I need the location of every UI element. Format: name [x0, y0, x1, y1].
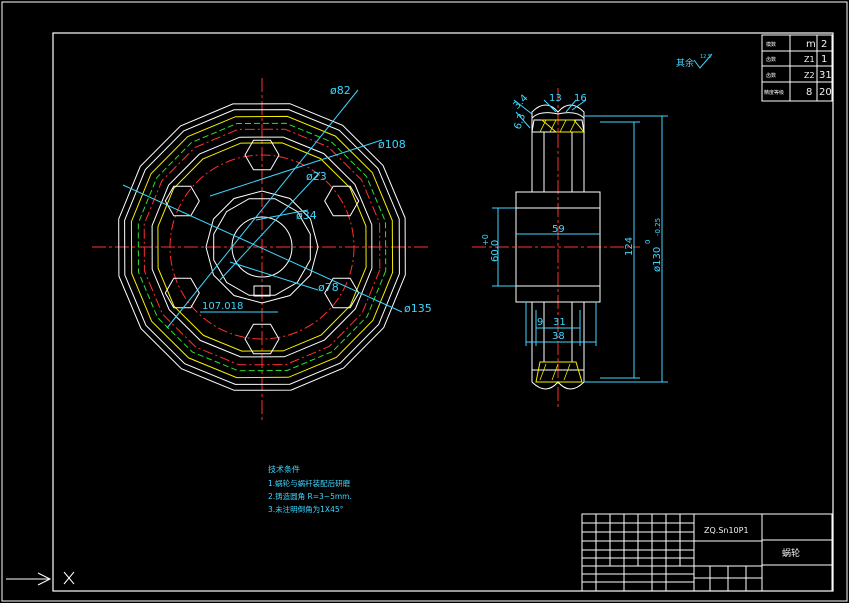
dim-3-4: 3.4	[512, 93, 531, 112]
param-row-2-val: 1	[821, 54, 827, 65]
param-row-1-name: 模数	[766, 41, 776, 48]
param-row-2-name: 齿数	[766, 56, 776, 63]
note-3: 3.未注明倒角为1X45°	[268, 504, 344, 514]
technical-notes: 技术条件 1.蜗轮与蜗杆装配后研磨 2.铸造圆角 R=3~5mm. 3.未注明倒…	[268, 464, 352, 514]
ucs-icon	[6, 571, 75, 586]
dim-16: 16	[574, 93, 587, 104]
dim-d130-tol: 0	[644, 240, 652, 244]
dim-d135: ø135	[404, 302, 432, 315]
dim-chord: 107.018	[202, 301, 243, 312]
dim-6-3: 6.3	[512, 112, 528, 131]
roughness-label: 其余	[676, 57, 694, 69]
notes-title: 技术条件	[268, 464, 300, 474]
param-row-4-name: 精度等级	[764, 89, 784, 96]
dim-d108: ø108	[378, 138, 406, 151]
param-row-4-val: 20	[819, 87, 832, 98]
param-row-2-sym: Z1	[804, 55, 815, 64]
note-2: 2.铸造圆角 R=3~5mm.	[268, 491, 352, 501]
dim-bore-tol: +0	[481, 234, 490, 246]
param-row-3-name: 齿数	[766, 72, 776, 79]
dim-bore: 60.0	[490, 240, 501, 262]
dim-38: 38	[552, 331, 565, 342]
title-part-name: 蜗轮	[782, 547, 800, 559]
dim-59: 59	[552, 224, 565, 235]
note-1: 1.蜗轮与蜗杆装配后研磨	[268, 478, 351, 488]
drawing-frame	[52, 32, 834, 592]
section-dim-lines	[492, 99, 668, 383]
dim-13: 13	[549, 93, 562, 104]
param-row-1-val: 2	[821, 39, 827, 50]
roughness-symbol: 其余 12.5	[676, 53, 713, 69]
dim-d130-tol2: -0.25	[654, 218, 662, 236]
param-row-3-val: 31	[819, 70, 832, 81]
param-row-3-sym: Z2	[804, 71, 815, 80]
section-view: 3.4 13 16 6.3 59 60.0 +0 124 ø130 0 -0.2…	[472, 88, 668, 408]
bolt-hole	[164, 185, 200, 217]
dim-d23: ø23	[306, 170, 327, 183]
dim-31: 31	[553, 317, 566, 328]
dim-124: 124	[624, 237, 635, 256]
title-material: ZQ.Sn10P1	[704, 526, 749, 535]
dim-d34: ø34	[296, 209, 317, 222]
dim-d78: ø78	[318, 281, 339, 294]
gear-front-view: ø82 ø108 ø23 ø34 ø78 ø135 107.018	[92, 78, 432, 420]
param-table: 模数 m 2 齿数 Z1 1 齿数 Z2 31 精度等级 8 20	[761, 34, 833, 102]
param-row-1-sym: m	[806, 39, 816, 50]
dim-9: 9	[537, 317, 543, 328]
dim-d130: ø130	[652, 247, 663, 272]
param-row-4-sym: 8	[806, 87, 812, 98]
dim-d82: ø82	[330, 84, 351, 97]
roughness-value: 12.5	[700, 54, 711, 60]
cad-drawing-canvas: ø82 ø108 ø23 ø34 ø78 ø135 107.018 3.4 13…	[1, 1, 848, 602]
